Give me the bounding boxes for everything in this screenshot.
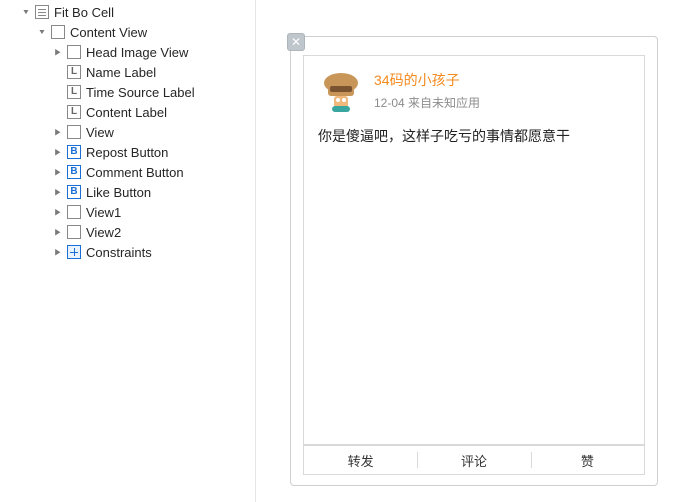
document-outline: Fit Bo Cell Content View Head Image View… [0, 0, 256, 502]
tree-label: View1 [86, 205, 121, 220]
tree-row-head-image-view[interactable]: Head Image View [0, 42, 255, 62]
tree-label: Content View [70, 25, 147, 40]
tree-row-comment-button[interactable]: B Comment Button [0, 162, 255, 182]
disclosure-icon[interactable] [52, 187, 64, 198]
tree-row-constraints[interactable]: Constraints [0, 242, 255, 262]
post-header: 34码的小孩子 12-04 来自未知应用 [304, 56, 644, 122]
disclosure-icon[interactable] [52, 147, 64, 158]
cell-icon [34, 4, 50, 20]
tree-label: Head Image View [86, 45, 188, 60]
canvas: ✕ 34码的小孩子 12-04 来自未知应用 [256, 0, 700, 502]
tree-label: Time Source Label [86, 85, 195, 100]
button-icon: B [66, 144, 82, 160]
view-icon [50, 24, 66, 40]
tree-row-view2[interactable]: View2 [0, 222, 255, 242]
post-content-text: 你是傻逼吧，这样子吃亏的事情都愿意干 [304, 122, 644, 146]
tree-label: Like Button [86, 185, 151, 200]
tree-label: Name Label [86, 65, 156, 80]
tree-row-name-label[interactable]: L Name Label [0, 62, 255, 82]
avatar [318, 68, 364, 114]
tree-row-like-button[interactable]: B Like Button [0, 182, 255, 202]
tree-label: Content Label [86, 105, 167, 120]
post-header-text: 34码的小孩子 12-04 来自未知应用 [374, 68, 480, 111]
disclosure-icon[interactable] [52, 127, 64, 138]
comment-button[interactable]: 评论 [417, 446, 530, 474]
tree-row-view1[interactable]: View1 [0, 202, 255, 222]
view-icon [66, 204, 82, 220]
tree-row-repost-button[interactable]: B Repost Button [0, 142, 255, 162]
disclosure-icon[interactable] [52, 227, 64, 238]
tree-row-content-view[interactable]: Content View [0, 22, 255, 42]
disclosure-icon[interactable] [52, 207, 64, 218]
label-icon: L [66, 64, 82, 80]
label-icon: L [66, 84, 82, 100]
constraints-icon [66, 244, 82, 260]
disclosure-icon[interactable] [20, 7, 32, 18]
tree-label: View [86, 125, 114, 140]
tree-row-fit-bo-cell[interactable]: Fit Bo Cell [0, 2, 255, 22]
button-icon: B [66, 184, 82, 200]
tree-label: Fit Bo Cell [54, 5, 114, 20]
close-icon[interactable]: ✕ [287, 33, 305, 51]
view-icon [66, 124, 82, 140]
post-action-bar: 转发 评论 赞 [303, 445, 645, 475]
like-button[interactable]: 赞 [531, 446, 644, 474]
tree-label: Repost Button [86, 145, 168, 160]
disclosure-icon[interactable] [52, 47, 64, 58]
post-content-area: 34码的小孩子 12-04 来自未知应用 你是傻逼吧，这样子吃亏的事情都愿意干 [303, 55, 645, 445]
view-icon [66, 44, 82, 60]
disclosure-icon[interactable] [36, 27, 48, 38]
tree-row-time-source-label[interactable]: L Time Source Label [0, 82, 255, 102]
tree-row-view[interactable]: View [0, 122, 255, 142]
tree-row-content-label[interactable]: L Content Label [0, 102, 255, 122]
tree-label: View2 [86, 225, 121, 240]
disclosure-icon[interactable] [52, 167, 64, 178]
tree-label: Constraints [86, 245, 152, 260]
post-time-source: 12-04 来自未知应用 [374, 94, 480, 111]
disclosure-icon[interactable] [52, 247, 64, 258]
label-icon: L [66, 104, 82, 120]
view-icon [66, 224, 82, 240]
post-user-name[interactable]: 34码的小孩子 [374, 70, 480, 90]
tree-label: Comment Button [86, 165, 184, 180]
post-card: ✕ 34码的小孩子 12-04 来自未知应用 [290, 36, 658, 486]
button-icon: B [66, 164, 82, 180]
repost-button[interactable]: 转发 [304, 446, 417, 474]
